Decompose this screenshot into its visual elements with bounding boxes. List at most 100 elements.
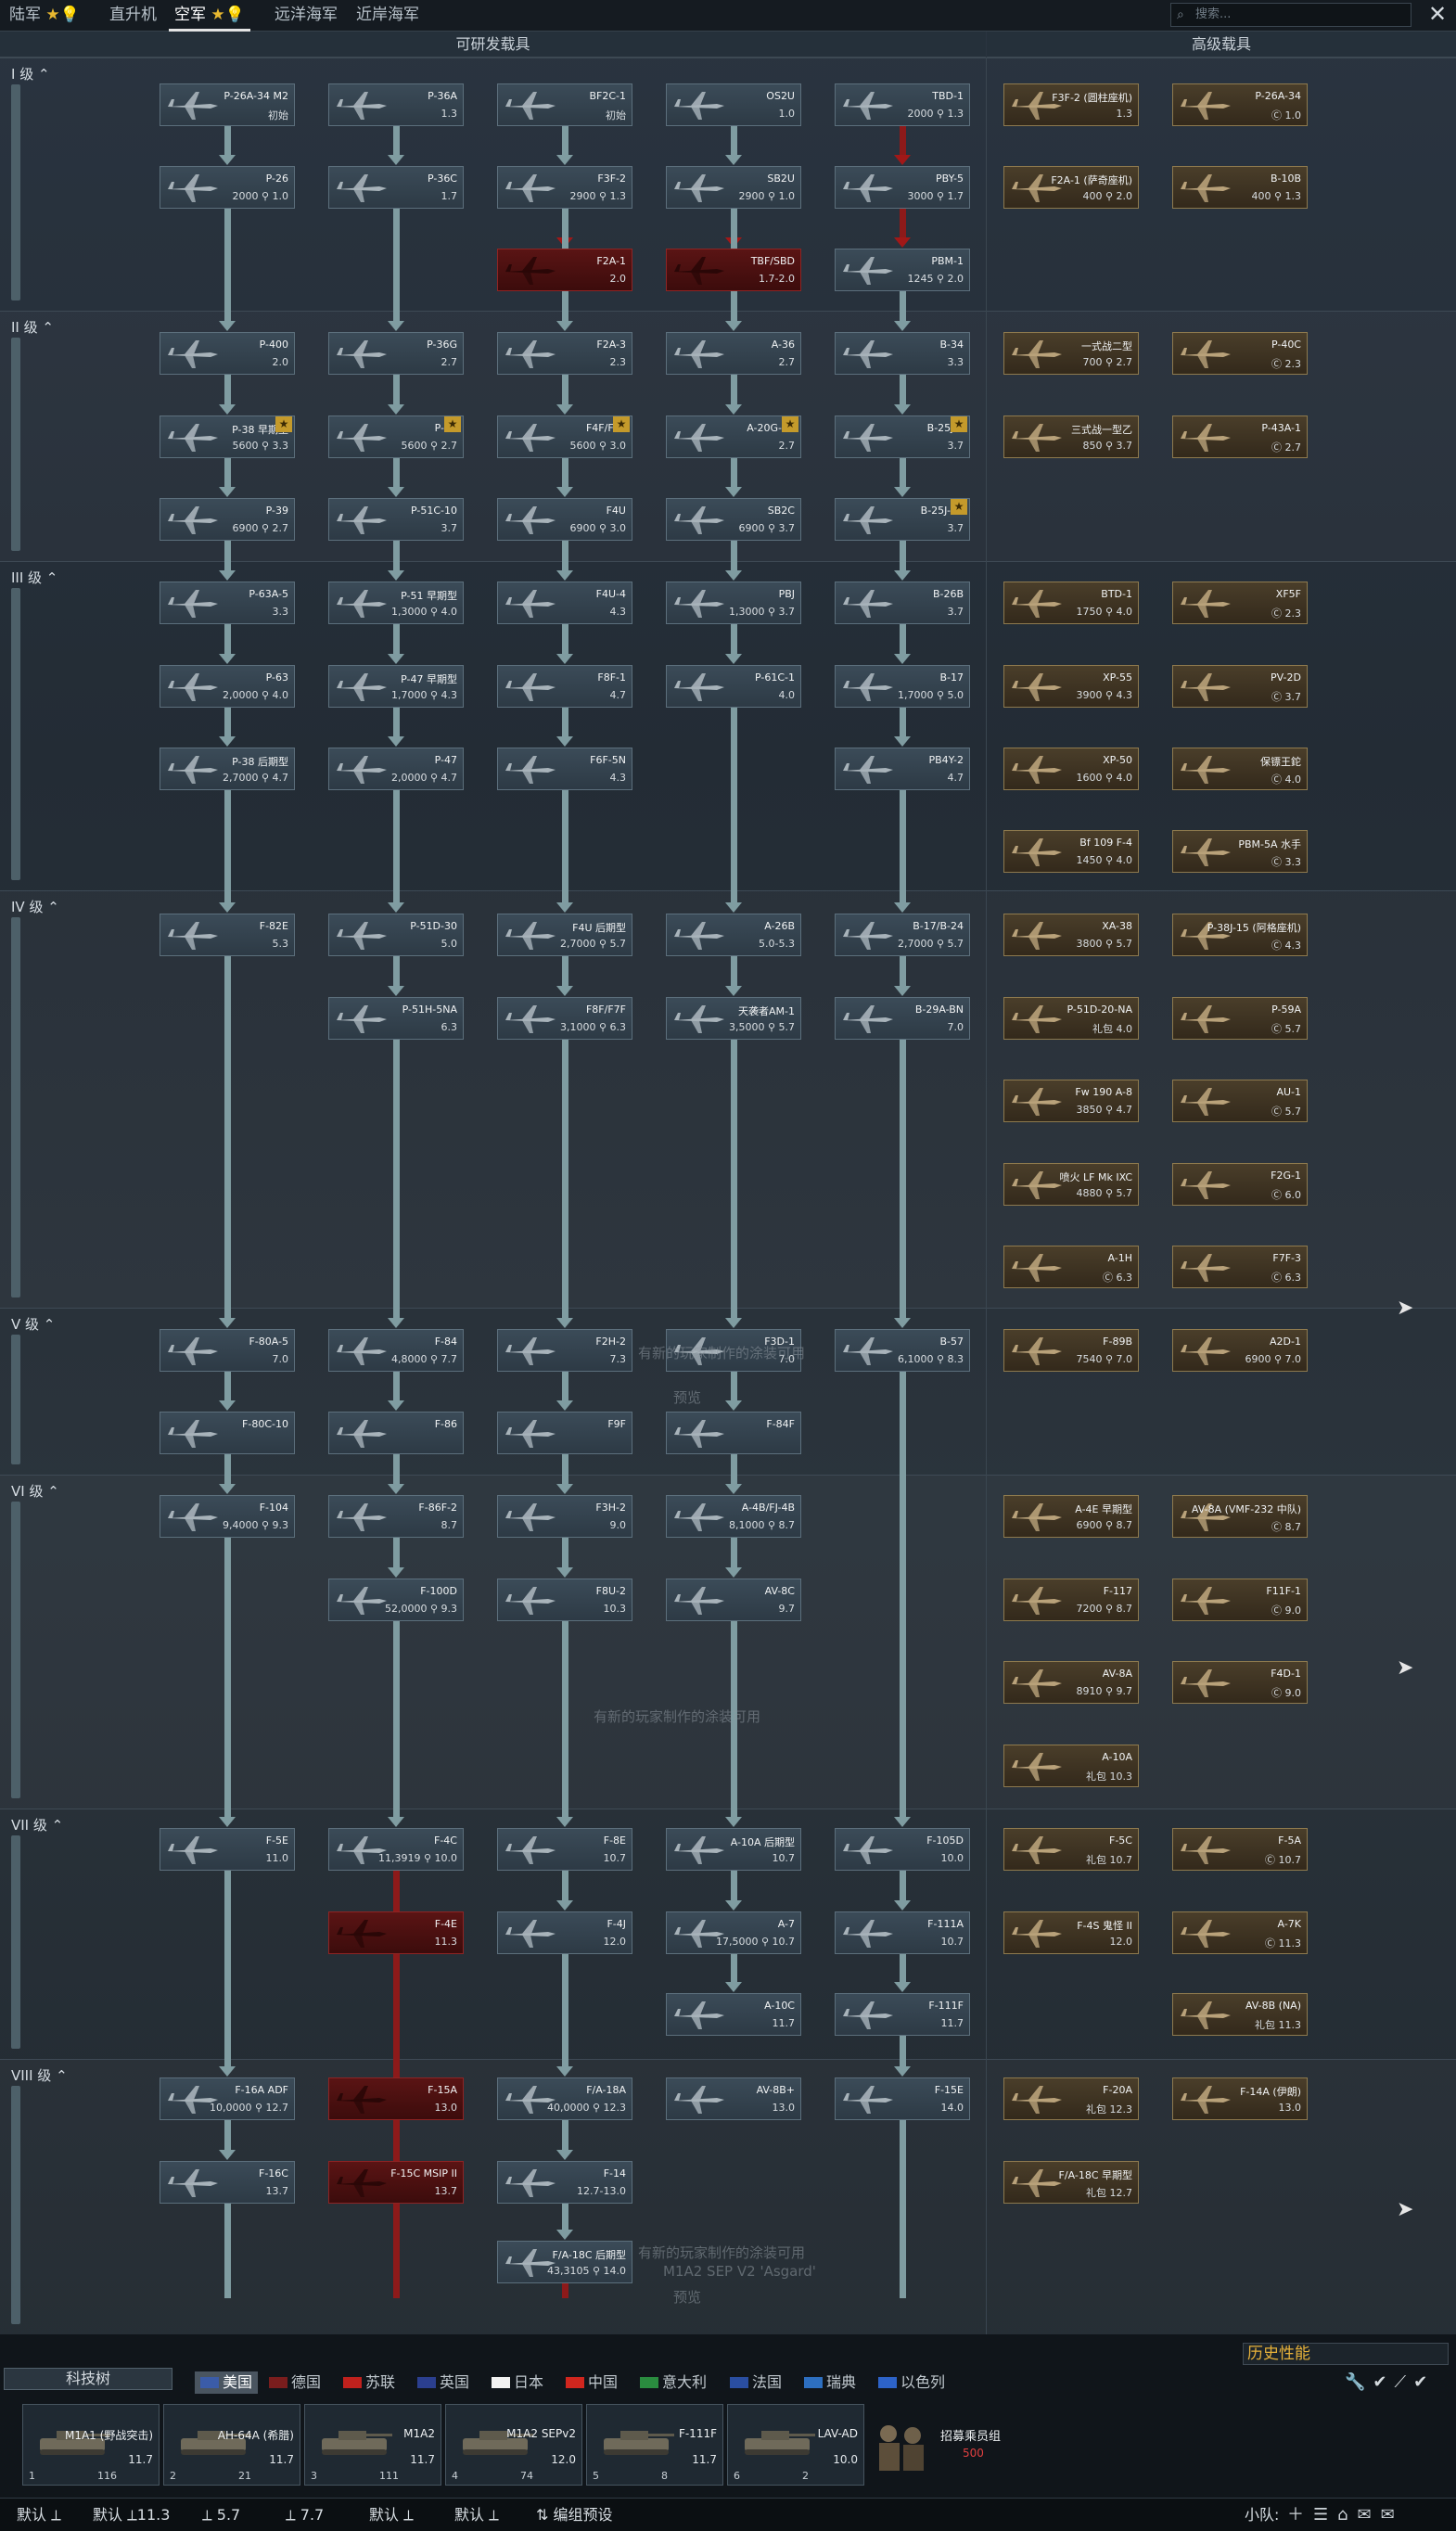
vehicle-card[interactable]: F/A-18A 40,0000 ⚲ 12.3 (497, 2077, 632, 2120)
crew-slot[interactable]: LAV-AD 10.0 6 2 (727, 2404, 864, 2486)
vehicle-card[interactable]: P-36G 2.7 (328, 332, 464, 375)
vehicle-card[interactable]: TBF/SBD 1.7-2.0 (666, 249, 801, 291)
vehicle-card[interactable]: F4U 6900 ⚲ 3.0 (497, 498, 632, 541)
vehicle-card[interactable]: F-14 12.7-13.0 (497, 2161, 632, 2204)
status-item[interactable]: 默认 ⟂ (17, 2499, 61, 2531)
vehicle-card[interactable]: A-26B 5.0-5.3 (666, 914, 801, 956)
vehicle-card[interactable]: F-100D 52,0000 ⚲ 9.3 (328, 1579, 464, 1621)
vehicle-card[interactable]: P-51 早期型 1,3000 ⚲ 4.0 (328, 582, 464, 624)
vehicle-card[interactable]: F-15C MSIP II 13.7 (328, 2161, 464, 2204)
vehicle-card[interactable]: F4U 后期型 2,7000 ⚲ 5.7 (497, 914, 632, 956)
vehicle-card[interactable]: F-86 (328, 1412, 464, 1454)
rank-label[interactable]: II 级 ⌃ (11, 317, 54, 337)
vehicle-card[interactable]: B-26B 3.7 (835, 582, 970, 624)
vehicle-card[interactable]: 一式战二型 700 ⚲ 2.7 (1003, 332, 1139, 375)
vehicle-card[interactable]: F-111A 10.7 (835, 1911, 970, 1954)
status-item[interactable]: ⇅ 编组预设 (536, 2499, 613, 2531)
vehicle-card[interactable]: F-14A (伊朗) 13.0 (1172, 2077, 1308, 2120)
rank-label[interactable]: IV 级 ⌃ (11, 897, 59, 916)
vehicle-card[interactable]: F-82E 5.3 (160, 914, 295, 956)
vehicle-card[interactable]: F2A-1 2.0 (497, 249, 632, 291)
vehicle-card[interactable]: 喷火 LF Mk IXC 4880 ⚲ 5.7 (1003, 1163, 1139, 1206)
vehicle-card[interactable]: F2A-3 2.3 (497, 332, 632, 375)
vehicle-card[interactable]: P-39 6900 ⚲ 2.7 (160, 498, 295, 541)
vehicle-card[interactable]: BTD-1 1750 ⚲ 4.0 (1003, 582, 1139, 624)
vehicle-card[interactable]: F2H-2 7.3 (497, 1329, 632, 1372)
vehicle-card[interactable]: F-84F (666, 1412, 801, 1454)
vehicle-card[interactable]: A-4E 早期型 6900 ⚲ 8.7 (1003, 1495, 1139, 1538)
tab-coastal-fleet[interactable]: 近岸海军 (351, 0, 425, 32)
vehicle-card[interactable]: B-25J-1 3.7 ★ (835, 415, 970, 458)
vehicle-card[interactable]: F4F/F6F 5600 ⚲ 3.0 ★ (497, 415, 632, 458)
vehicle-card[interactable]: P-38J-15 (阿格座机) Ⓒ 4.3 (1172, 914, 1308, 956)
vehicle-card[interactable]: AU-1 Ⓒ 5.7 (1172, 1080, 1308, 1122)
vehicle-card[interactable]: XA-38 3800 ⚲ 5.7 (1003, 914, 1139, 956)
vehicle-card[interactable]: B-10B 400 ⚲ 1.3 (1172, 166, 1308, 209)
vehicle-card[interactable]: F-105D 10.0 (835, 1828, 970, 1871)
vehicle-card[interactable]: PBM-1 1245 ⚲ 2.0 (835, 249, 970, 291)
vehicle-card[interactable]: 三式战一型乙 850 ⚲ 3.7 (1003, 415, 1139, 458)
vehicle-card[interactable]: AV-8C 9.7 (666, 1579, 801, 1621)
vehicle-card[interactable]: F8F/F7F 3,1000 ⚲ 6.3 (497, 997, 632, 1040)
vehicle-card[interactable]: P-36A 1.3 (328, 83, 464, 126)
vehicle-card[interactable]: PB4Y-2 4.7 (835, 748, 970, 790)
vehicle-card[interactable]: F2A-1 (萨奇座机) 400 ⚲ 2.0 (1003, 166, 1139, 209)
vehicle-card[interactable]: SB2C 6900 ⚲ 3.7 (666, 498, 801, 541)
vehicle-card[interactable]: XP-50 1600 ⚲ 4.0 (1003, 748, 1139, 790)
vehicle-card[interactable]: P-51H-5NA 6.3 (328, 997, 464, 1040)
vehicle-card[interactable]: PV-2D Ⓒ 3.7 (1172, 665, 1308, 708)
vehicle-card[interactable]: A-20G-25 2.7 ★ (666, 415, 801, 458)
rank-label[interactable]: VIII 级 ⌃ (11, 2065, 68, 2085)
status-item[interactable]: ⟂ 7.7 (286, 2499, 324, 2531)
vehicle-card[interactable]: P-51D-30 5.0 (328, 914, 464, 956)
vehicle-card[interactable]: F-89B 7540 ⚲ 7.0 (1003, 1329, 1139, 1372)
vehicle-card[interactable]: P-26 2000 ⚲ 1.0 (160, 166, 295, 209)
vehicle-card[interactable]: F-5A Ⓒ 10.7 (1172, 1828, 1308, 1871)
vehicle-card[interactable]: XP-55 3900 ⚲ 4.3 (1003, 665, 1139, 708)
nation-tab[interactable]: 日本 (492, 2371, 543, 2394)
toolbar-icons[interactable]: 🔧✔⟋✔ (1345, 2372, 1435, 2392)
vehicle-card[interactable]: P-51D-20-NA 礼包 4.0 (1003, 997, 1139, 1040)
rank-label[interactable]: V 级 ⌃ (11, 1314, 55, 1334)
vehicle-card[interactable]: F2G-1 Ⓒ 6.0 (1172, 1163, 1308, 1206)
vehicle-card[interactable]: A-4B/FJ-4B 8,1000 ⚲ 8.7 (666, 1495, 801, 1538)
vehicle-card[interactable]: TBD-1 2000 ⚲ 1.3 (835, 83, 970, 126)
search-input[interactable]: ⌕ 搜索... (1170, 3, 1411, 27)
vehicle-card[interactable]: A-36 2.7 (666, 332, 801, 375)
vehicle-card[interactable]: P-47 早期型 1,7000 ⚲ 4.3 (328, 665, 464, 708)
vehicle-card[interactable]: F-15A 13.0 (328, 2077, 464, 2120)
vehicle-card[interactable]: F-8E 10.7 (497, 1828, 632, 1871)
vehicle-card[interactable]: F-4J 12.0 (497, 1911, 632, 1954)
vehicle-card[interactable]: F-4C 11,3919 ⚲ 10.0 (328, 1828, 464, 1871)
vehicle-card[interactable]: A-1H Ⓒ 6.3 (1003, 1246, 1139, 1288)
vehicle-card[interactable]: AV-8B+ 13.0 (666, 2077, 801, 2120)
vehicle-card[interactable]: A-7 17,5000 ⚲ 10.7 (666, 1911, 801, 1954)
vehicle-card[interactable]: F-111F 11.7 (835, 1993, 970, 2036)
vehicle-card[interactable]: P-59A Ⓒ 5.7 (1172, 997, 1308, 1040)
close-button[interactable]: ✕ (1424, 2, 1450, 28)
vehicle-card[interactable]: B-25J-20 3.7 ★ (835, 498, 970, 541)
tab-bluewater-fleet[interactable]: 远洋海军 (269, 0, 343, 32)
vehicle-card[interactable]: F-5C 礼包 10.7 (1003, 1828, 1139, 1871)
vehicle-card[interactable]: F-86F-2 8.7 (328, 1495, 464, 1538)
vehicle-card[interactable]: F-20A 礼包 12.3 (1003, 2077, 1139, 2120)
vehicle-card[interactable]: F/A-18C 早期型 礼包 12.7 (1003, 2161, 1139, 2204)
vehicle-card[interactable]: 保镖王鉈 Ⓒ 4.0 (1172, 748, 1308, 790)
status-item[interactable]: ⟂ 5.7 (202, 2499, 240, 2531)
vehicle-card[interactable]: P-63 2,0000 ⚲ 4.0 (160, 665, 295, 708)
tab-aviation[interactable]: 空军 ★💡 (169, 0, 250, 32)
vehicle-card[interactable]: F4D-1 Ⓒ 9.0 (1172, 1661, 1308, 1704)
vehicle-card[interactable]: P-40C Ⓒ 2.3 (1172, 332, 1308, 375)
vehicle-card[interactable]: XF5F Ⓒ 2.3 (1172, 582, 1308, 624)
vehicle-card[interactable]: F-5E 11.0 (160, 1828, 295, 1871)
vehicle-card[interactable]: BF2C-1 初始 (497, 83, 632, 126)
status-icons[interactable]: ＋☰⌂✉✉ (1287, 2499, 1404, 2531)
vehicle-card[interactable]: F3F-2 (圆柱座机) 1.3 (1003, 83, 1139, 126)
rank-label[interactable]: VII 级 ⌃ (11, 1815, 63, 1834)
tab-ground[interactable]: 陆军 ★💡 (4, 0, 85, 32)
crew-slot[interactable]: AH-64A (希腊) 11.7 2 21 (163, 2404, 300, 2486)
historical-performance-select[interactable]: 历史性能 (1243, 2343, 1449, 2365)
nation-tab[interactable]: 德国 (269, 2371, 321, 2394)
vehicle-card[interactable]: PBM-5A 水手 Ⓒ 3.3 (1172, 830, 1308, 873)
vehicle-card[interactable]: F-4S 鬼怪 II 12.0 (1003, 1911, 1139, 1954)
